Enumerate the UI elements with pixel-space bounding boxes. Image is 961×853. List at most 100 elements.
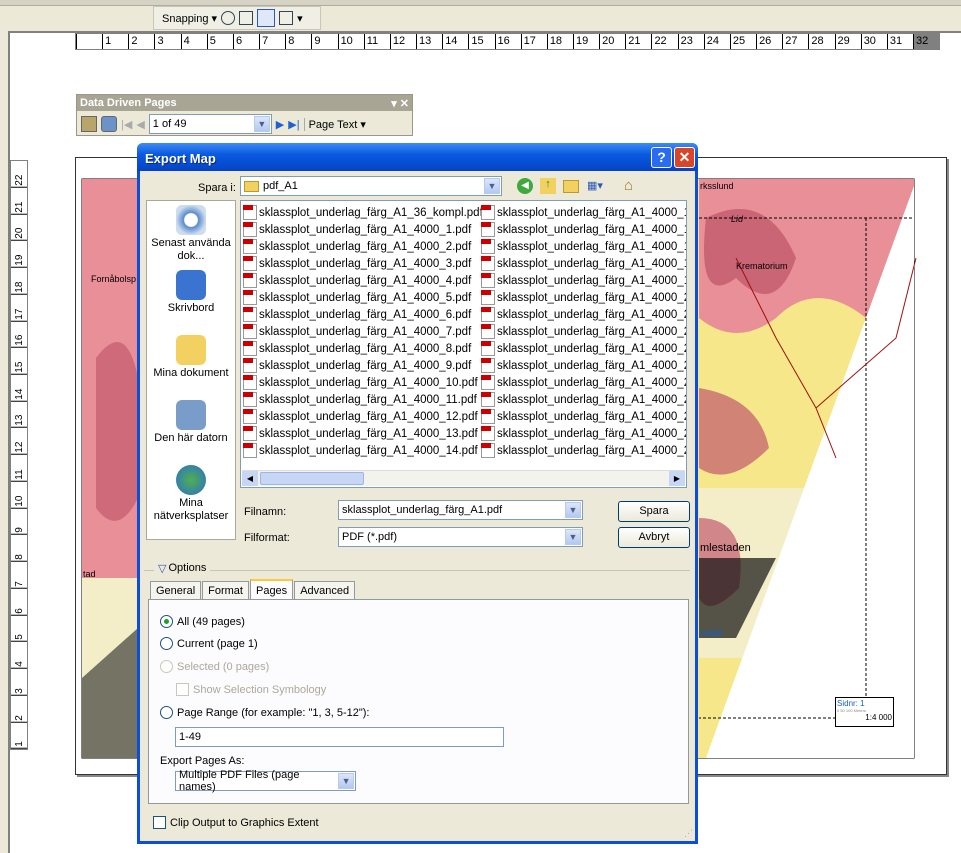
file-item[interactable]: sklassplot_underlag_färg_A1_4000_4.pdf	[243, 272, 481, 289]
clip-output-checkbox[interactable]: Clip Output to Graphics Extent	[153, 816, 319, 829]
file-item[interactable]: sklassplot_underlag_färg_A1_4000_2.pdf	[243, 238, 481, 255]
ruler-tick: 21	[625, 34, 651, 49]
chevron-down-icon[interactable]: ▼	[484, 178, 500, 194]
scroll-left-button[interactable]: ◀	[242, 471, 258, 486]
export-as-dropdown[interactable]: Multiple PDF Files (page names) ▼	[175, 769, 356, 793]
tab-general[interactable]: General	[150, 581, 202, 600]
home-icon[interactable]: ⌂	[624, 177, 642, 194]
file-item[interactable]: sklassplot_underlag_färg_A1_4000_6.pdf	[243, 306, 481, 323]
horizontal-scrollbar[interactable]: ◀ ▶	[242, 470, 685, 486]
file-item[interactable]: sklassplot_underlag_färg_A1_4000_23.	[481, 340, 686, 357]
filename-input[interactable]: sklassplot_underlag_färg_A1.pdf ▼	[338, 500, 583, 520]
file-name: sklassplot_underlag_färg_A1_4000_22.	[497, 325, 687, 338]
resize-grip-icon[interactable]: ⋰	[684, 828, 693, 839]
file-item[interactable]: sklassplot_underlag_färg_A1_4000_28.	[481, 425, 686, 442]
tab-pages[interactable]: Pages	[249, 579, 294, 600]
scroll-thumb[interactable]	[260, 472, 364, 485]
vertical-ruler: 1 2 3 4 5 6 7 8 9 10 11 12 13 14 15 16 17 18 19 20 21 22	[10, 160, 28, 750]
chevron-down-icon[interactable]: ▼	[565, 529, 581, 545]
previous-page-button[interactable]: ◀	[136, 118, 144, 131]
tab-advanced[interactable]: Advanced	[294, 581, 356, 600]
save-in-dropdown[interactable]: pdf_A1 ▼	[240, 176, 502, 196]
ruler-tick: 15	[468, 34, 494, 49]
last-page-button[interactable]: ▶|	[288, 118, 299, 131]
file-item[interactable]: sklassplot_underlag_färg_A1_4000_13.pdf	[243, 425, 481, 442]
file-item[interactable]: sklassplot_underlag_färg_A1_4000_17.	[481, 238, 686, 255]
page-range-input[interactable]: 1-49	[175, 727, 504, 747]
ruler-tick: 9	[11, 508, 27, 536]
vertex-snap-icon[interactable]	[239, 11, 254, 25]
file-item[interactable]: sklassplot_underlag_färg_A1_4000_5.pdf	[243, 289, 481, 306]
chevron-down-icon[interactable]: ▼	[253, 116, 270, 132]
file-item[interactable]: sklassplot_underlag_färg_A1_4000_22.	[481, 323, 687, 340]
point-snap-icon[interactable]	[221, 11, 236, 25]
next-page-button[interactable]: ▶	[276, 118, 284, 131]
end-snap-icon[interactable]	[279, 11, 294, 25]
ruler-tick: 31	[886, 34, 913, 49]
current-page-radio[interactable]: Current (page 1)	[160, 637, 258, 650]
snapping-menu[interactable]: Snapping ▾	[162, 12, 217, 25]
toolbar-options-icon[interactable]: ▾	[297, 12, 303, 25]
scroll-right-button[interactable]: ▶	[669, 471, 685, 486]
file-item[interactable]: sklassplot_underlag_färg_A1_4000_27.	[481, 408, 686, 425]
file-item[interactable]: sklassplot_underlag_färg_A1_4000_21.	[481, 306, 686, 323]
file-item[interactable]: sklassplot_underlag_färg_A1_36_kompl.pdf	[243, 204, 483, 221]
save-button[interactable]: Spara	[618, 501, 690, 522]
cancel-button[interactable]: Avbryt	[618, 527, 690, 548]
page-range-radio[interactable]: Page Range (for example: "1, 3, 5-12"):	[160, 706, 369, 719]
help-button[interactable]: ?	[651, 147, 672, 168]
place-network[interactable]: Mina nätverksplatser	[147, 461, 235, 526]
file-item[interactable]: sklassplot_underlag_färg_A1_4000_19.	[481, 272, 686, 289]
file-item[interactable]: sklassplot_underlag_färg_A1_4000_9.pdf	[243, 357, 481, 374]
ddp-refresh-icon[interactable]	[101, 116, 117, 132]
all-pages-radio[interactable]: All (49 pages)	[160, 615, 245, 628]
place-recent[interactable]: Senast använda dok...	[147, 201, 235, 266]
file-item[interactable]: sklassplot_underlag_färg_A1_4000_8.pdf	[243, 340, 481, 357]
ddp-close-button[interactable]: ▾ ✕	[391, 97, 409, 110]
view-menu-icon[interactable]: ▦▾	[587, 179, 611, 194]
chevron-down-icon[interactable]: ▼	[565, 502, 581, 518]
place-desktop[interactable]: Skrivbord	[147, 266, 235, 331]
format-dropdown[interactable]: PDF (*.pdf) ▼	[338, 527, 583, 547]
file-item[interactable]: sklassplot_underlag_färg_A1_4000_16.	[481, 221, 686, 238]
page-text-menu[interactable]: Page Text ▾	[303, 117, 366, 131]
page-selector-value: 1 of 49	[152, 118, 187, 130]
file-item[interactable]: sklassplot_underlag_färg_A1_4000_11.pdf	[243, 391, 481, 408]
place-my-documents[interactable]: Mina dokument	[147, 331, 235, 396]
edge-snap-icon[interactable]	[257, 9, 276, 27]
close-button[interactable]: ✕	[674, 147, 695, 168]
place-my-computer[interactable]: Den här datorn	[147, 396, 235, 461]
file-item[interactable]: sklassplot_underlag_färg_A1_4000_18.	[481, 255, 686, 272]
ddp-setup-icon[interactable]	[81, 116, 97, 132]
file-item[interactable]: sklassplot_underlag_färg_A1_4000_10.pdf	[243, 374, 481, 391]
file-item[interactable]: sklassplot_underlag_färg_A1_4000_26.	[481, 391, 686, 408]
file-item[interactable]: sklassplot_underlag_färg_A1_4000_14.pdf	[243, 442, 481, 459]
file-item[interactable]: sklassplot_underlag_färg_A1_4000_1.pdf	[243, 221, 481, 238]
chevron-down-icon[interactable]: ▼	[338, 773, 354, 789]
file-item[interactable]: sklassplot_underlag_färg_A1_4000_29.	[481, 442, 686, 459]
back-icon[interactable]: ◀	[517, 178, 533, 194]
file-item[interactable]: sklassplot_underlag_färg_A1_4000_25.	[481, 374, 686, 391]
new-folder-icon[interactable]	[563, 180, 579, 193]
place-label: Mina dokument	[153, 367, 229, 379]
ruler-tick: 3	[11, 668, 27, 696]
page-selector[interactable]: 1 of 49 ▼	[148, 114, 272, 134]
up-folder-icon[interactable]: ↑	[540, 178, 556, 194]
folder-icon	[244, 180, 259, 192]
ruler-tick: 16	[494, 34, 521, 49]
map-label: tad	[83, 569, 96, 579]
options-toggle[interactable]: ▽ Options	[154, 562, 211, 575]
checkbox-label: Clip Output to Graphics Extent	[170, 816, 319, 829]
ruler-tick: 2	[128, 34, 154, 49]
tab-format[interactable]: Format	[202, 581, 249, 600]
file-item[interactable]: sklassplot_underlag_färg_A1_4000_12.pdf	[243, 408, 481, 425]
file-item[interactable]: sklassplot_underlag_färg_A1_4000_3.pdf	[243, 255, 481, 272]
ruler-tick: 17	[520, 34, 547, 49]
file-item[interactable]: sklassplot_underlag_färg_A1_4000_24.	[481, 357, 686, 374]
file-item[interactable]: sklassplot_underlag_färg_A1_4000_20.	[481, 289, 686, 306]
ruler-tick: 29	[834, 34, 861, 49]
file-item[interactable]: sklassplot_underlag_färg_A1_4000_15.	[481, 204, 686, 221]
file-item[interactable]: sklassplot_underlag_färg_A1_4000_7.pdf	[243, 323, 481, 340]
first-page-button[interactable]: |◀	[121, 118, 132, 131]
my-documents-icon	[176, 335, 206, 365]
